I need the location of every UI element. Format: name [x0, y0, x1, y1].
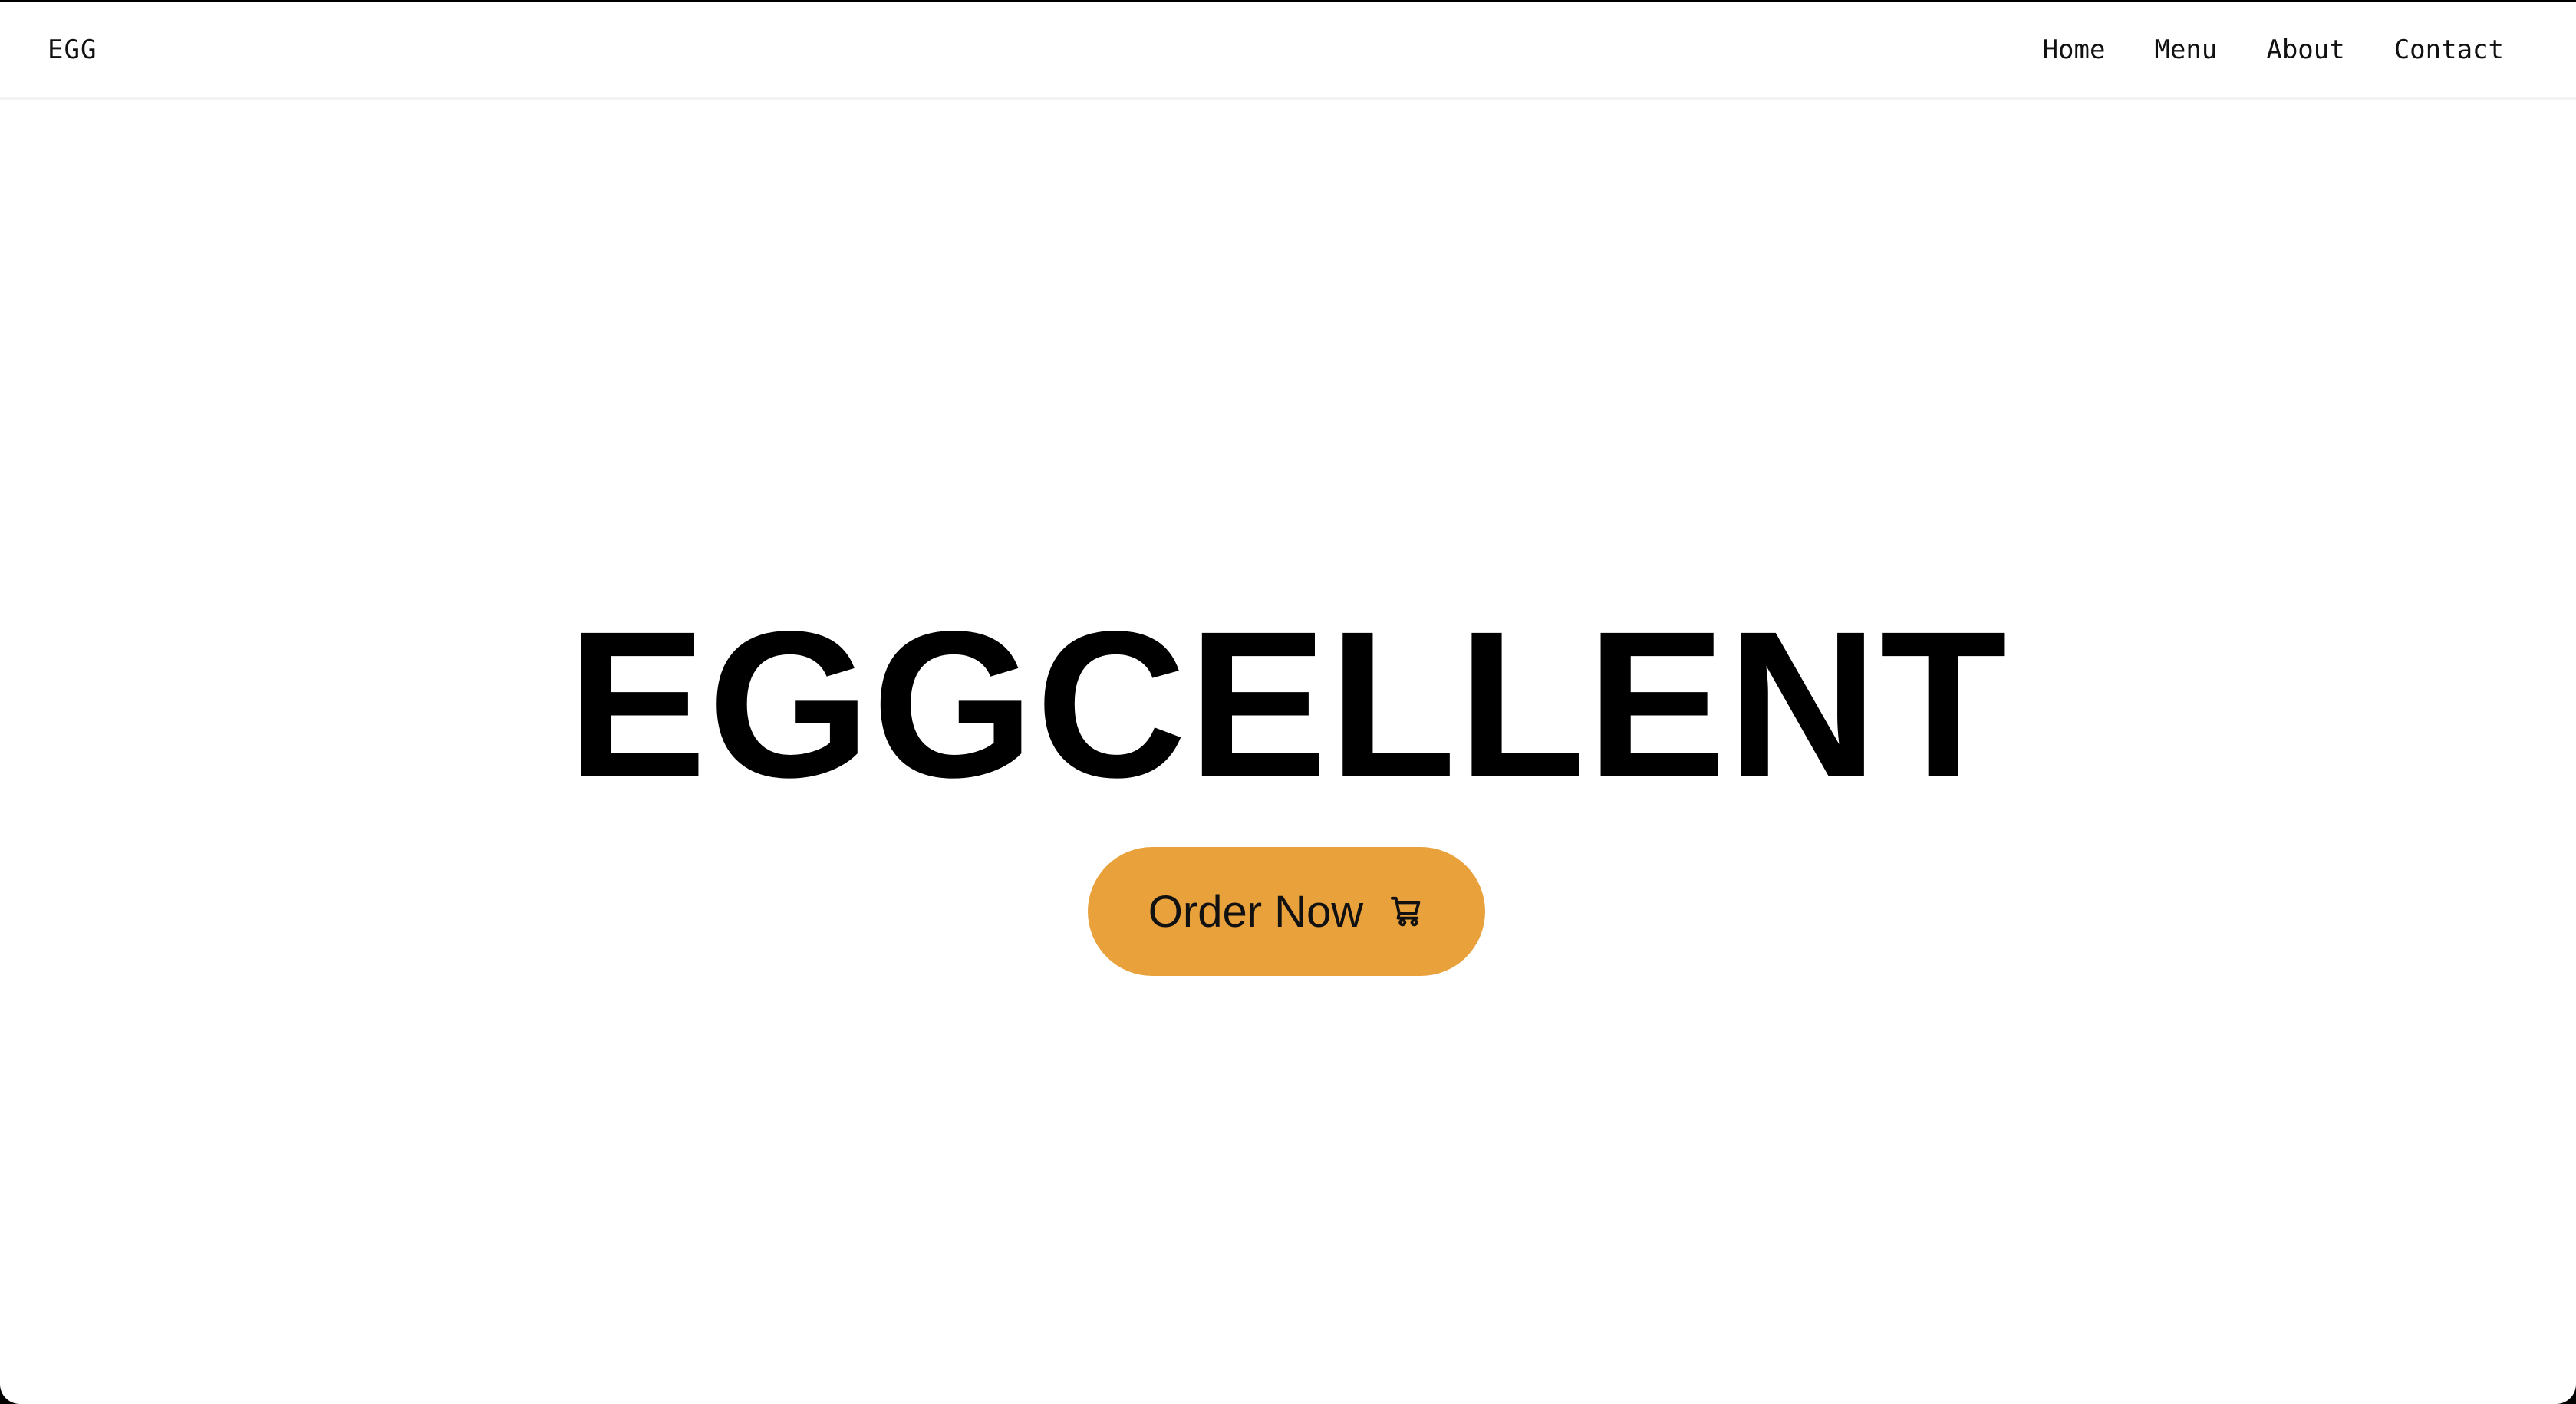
hero-section: EGGCELLENT Order Now: [0, 2, 2576, 1404]
browser-viewport: EGG Home Menu About Contact EGGCELLENT O…: [0, 2, 2576, 1404]
cart-icon: [1389, 894, 1425, 929]
order-now-button[interactable]: Order Now: [1088, 847, 1485, 976]
hero-title: EGGCELLENT: [567, 588, 2009, 821]
order-now-label: Order Now: [1148, 886, 1364, 937]
